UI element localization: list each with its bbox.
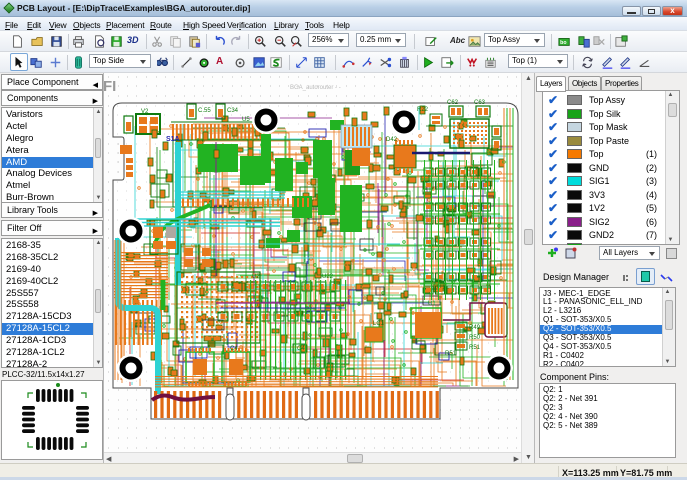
- svg-text:C4: C4: [230, 346, 238, 352]
- svg-text:U22: U22: [322, 274, 334, 280]
- svg-text:C4: C4: [297, 346, 305, 352]
- svg-text:U5: U5: [242, 117, 250, 123]
- svg-text:V2: V2: [141, 109, 149, 115]
- svg-text:LC1: LC1: [373, 321, 385, 327]
- svg-text:FI: FI: [104, 78, 116, 95]
- svg-text:BGA_autorouter - -: BGA_autorouter - -: [290, 85, 341, 91]
- svg-text:C.55: C.55: [198, 108, 211, 114]
- svg-text:R51: R51: [469, 345, 481, 351]
- svg-text:C63: C63: [474, 100, 486, 106]
- svg-text:R51: R51: [445, 351, 457, 357]
- svg-text:R49: R49: [469, 325, 481, 331]
- svg-text:R22: R22: [417, 107, 429, 113]
- svg-text:D42: D42: [386, 137, 398, 143]
- svg-text:U2: U2: [252, 274, 260, 280]
- svg-text:R50: R50: [469, 335, 481, 341]
- svg-text:C62: C62: [447, 100, 459, 106]
- svg-text:U1: U1: [428, 301, 436, 307]
- svg-text:bo: bo: [560, 40, 566, 46]
- svg-text:S1A: S1A: [166, 136, 180, 143]
- svg-text:C34: C34: [227, 108, 239, 114]
